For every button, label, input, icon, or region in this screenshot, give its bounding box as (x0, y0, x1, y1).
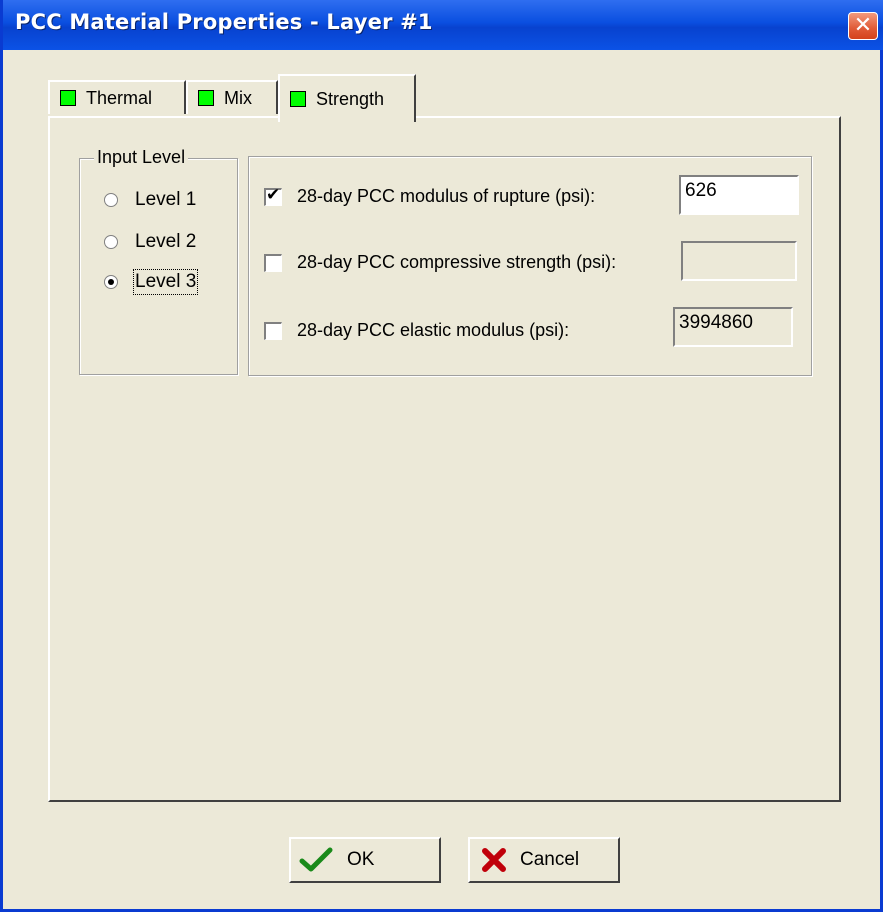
property-row-compressive-strength[interactable]: 28-day PCC compressive strength (psi): (264, 252, 616, 273)
radio-level-3[interactable]: Level 3 (104, 269, 199, 295)
cancel-button[interactable]: Cancel (468, 837, 620, 883)
radio-button-selected-icon[interactable] (104, 275, 118, 289)
radio-level-1[interactable]: Level 1 (104, 189, 196, 211)
elastic-modulus-input[interactable]: 3994860 (673, 307, 793, 347)
close-button[interactable]: ✕ (848, 12, 878, 40)
ok-button[interactable]: OK (289, 837, 441, 883)
radio-label: Level 1 (135, 189, 197, 210)
property-label: 28-day PCC elastic modulus (psi): (297, 320, 570, 340)
property-row-elastic-modulus[interactable]: 28-day PCC elastic modulus (psi): (264, 320, 569, 341)
radio-label: Level 2 (135, 231, 197, 252)
radio-button-icon[interactable] (104, 235, 118, 249)
modulus-of-rupture-input[interactable]: 626 (679, 175, 799, 215)
strength-properties-group: ✔ 28-day PCC modulus of rupture (psi): 6… (248, 156, 812, 376)
tab-status-indicator-icon (198, 90, 214, 106)
checkbox-compressive-strength[interactable] (264, 253, 282, 272)
tab-status-indicator-icon (290, 91, 306, 107)
checkmark-icon (299, 847, 333, 872)
tab-panel-strength: Input Level Level 1 Level 2 Level 3 ✔ 28… (48, 116, 841, 802)
checkbox-elastic-modulus[interactable] (264, 321, 282, 340)
ok-button-label: OK (347, 849, 375, 870)
tab-strength[interactable]: Strength (278, 74, 416, 122)
input-level-group: Input Level Level 1 Level 2 Level 3 (79, 147, 238, 375)
dialog-window: PCC Material Properties - Layer #1 ✕ The… (0, 0, 883, 912)
tab-label: Thermal (86, 87, 153, 108)
cancel-button-label: Cancel (520, 849, 580, 870)
checkmark-icon: ✔ (266, 184, 281, 205)
property-label: 28-day PCC compressive strength (psi): (297, 252, 617, 272)
tab-thermal[interactable]: Thermal (48, 80, 186, 114)
input-level-legend: Input Level (94, 147, 189, 168)
radio-label: Level 3 (132, 269, 199, 295)
property-row-modulus-of-rupture[interactable]: ✔ 28-day PCC modulus of rupture (psi): (264, 184, 596, 207)
tab-label: Mix (224, 87, 252, 108)
close-icon: ✕ (853, 13, 873, 38)
radio-button-icon[interactable] (104, 193, 118, 207)
radio-level-2[interactable]: Level 2 (104, 231, 196, 253)
property-label: 28-day PCC modulus of rupture (psi): (297, 186, 596, 206)
title-bar[interactable]: PCC Material Properties - Layer #1 ✕ (3, 0, 883, 50)
red-x-icon (482, 848, 506, 872)
tab-mix[interactable]: Mix (186, 80, 278, 114)
checkbox-modulus-of-rupture[interactable]: ✔ (264, 184, 282, 206)
compressive-strength-input[interactable] (681, 241, 797, 281)
tab-status-indicator-icon (60, 90, 76, 106)
window-title: PCC Material Properties - Layer #1 (15, 10, 433, 34)
tab-label: Strength (316, 88, 385, 109)
